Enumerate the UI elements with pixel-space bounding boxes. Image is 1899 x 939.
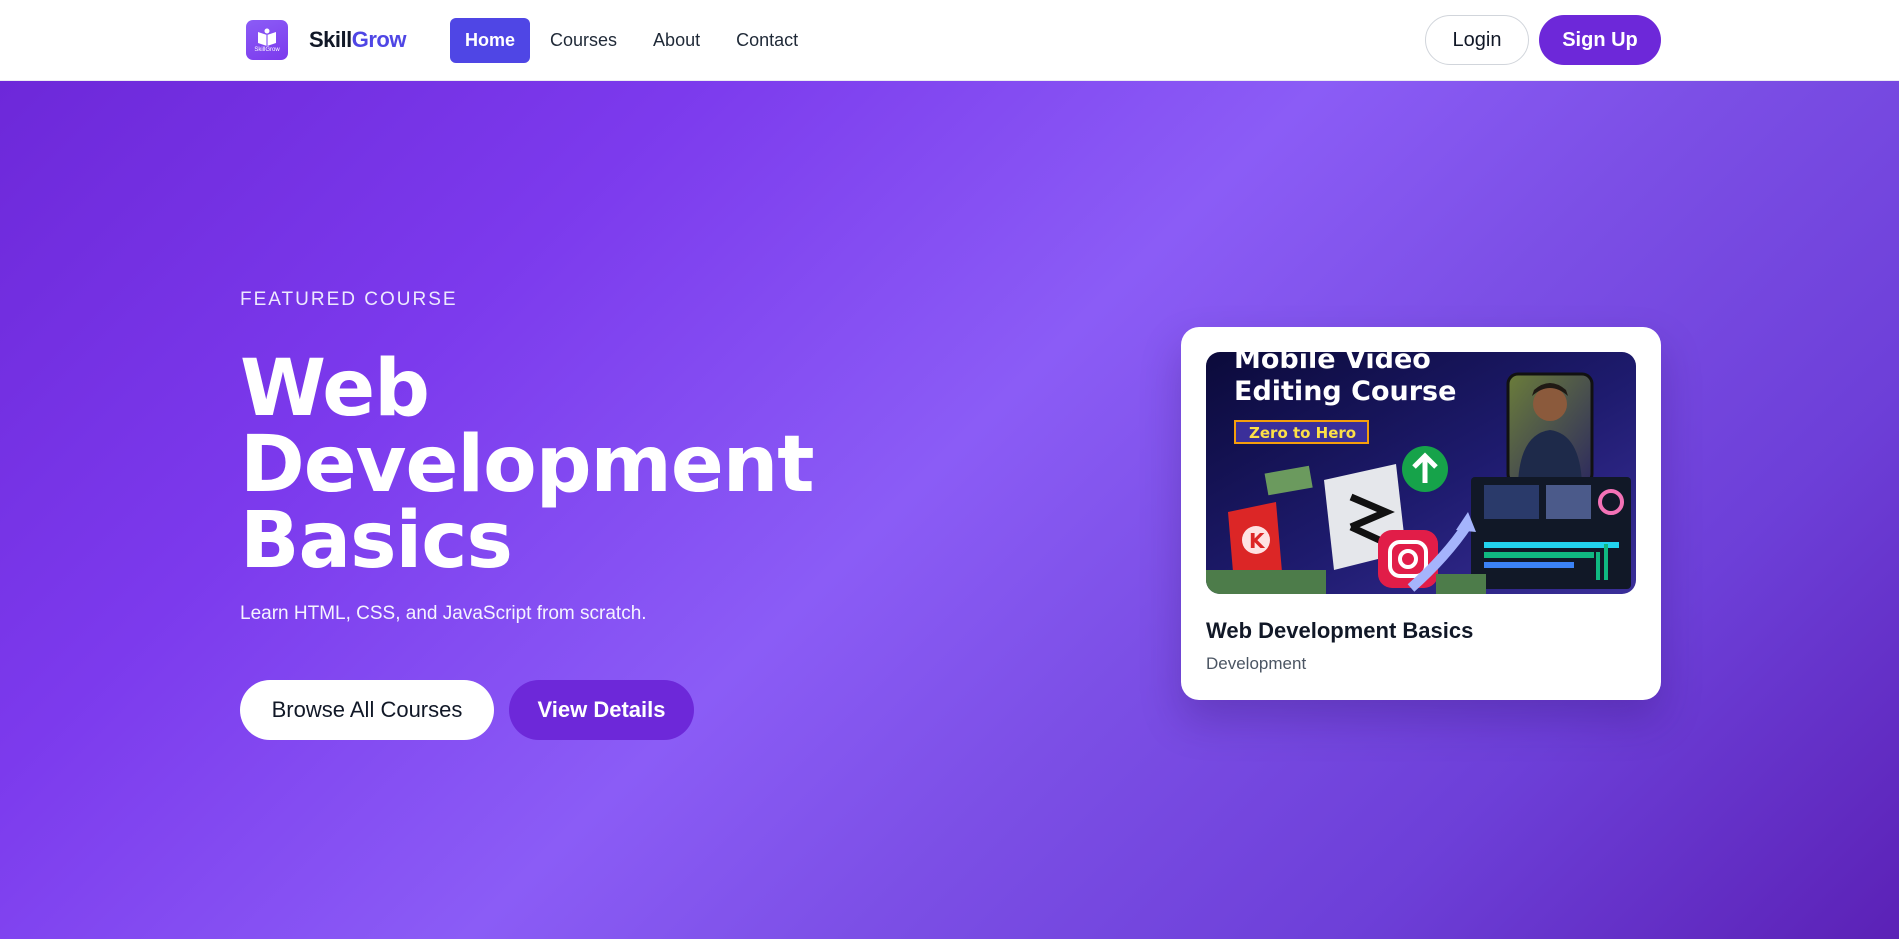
signup-button[interactable]: Sign Up bbox=[1539, 15, 1661, 65]
thumbnail-headline-line1: Mobile Video bbox=[1234, 352, 1431, 375]
hero-subtitle: Learn HTML, CSS, and JavaScript from scr… bbox=[240, 603, 647, 624]
auth-actions: Login Sign Up bbox=[1425, 15, 1661, 65]
hero-section: FEATURED COURSE Web Development Basics L… bbox=[0, 81, 1899, 939]
nav-link-courses[interactable]: Courses bbox=[538, 18, 629, 63]
top-navbar: SkillGrow SkillGrow Home Courses About C… bbox=[0, 0, 1899, 81]
thumbnail-headline-line2: Editing Course bbox=[1234, 376, 1456, 407]
view-details-button[interactable]: View Details bbox=[509, 680, 694, 740]
hero-actions: Browse All Courses View Details bbox=[240, 680, 694, 740]
featured-course-card[interactable]: Mobile Video Editing Course Zero to Hero bbox=[1181, 327, 1661, 700]
svg-text:K: K bbox=[1249, 529, 1266, 553]
course-card-title[interactable]: Web Development Basics bbox=[1206, 618, 1473, 644]
brand-logo: SkillGrow bbox=[246, 20, 288, 60]
nav-link-home[interactable]: Home bbox=[450, 18, 531, 63]
main-nav: Home Courses About Contact bbox=[450, 18, 822, 63]
hero-title: Web Development Basics bbox=[240, 350, 880, 580]
course-thumbnail-image: Mobile Video Editing Course Zero to Hero bbox=[1206, 352, 1636, 594]
brand-name-part1: Skill bbox=[309, 27, 352, 52]
book-icon bbox=[258, 28, 276, 46]
course-card-category: Development bbox=[1206, 654, 1307, 673]
course-thumbnail[interactable]: Mobile Video Editing Course Zero to Hero bbox=[1206, 352, 1636, 594]
nav-link-contact[interactable]: Contact bbox=[724, 18, 810, 63]
hero-title-line3: Basics bbox=[240, 496, 513, 586]
login-button[interactable]: Login bbox=[1425, 15, 1529, 65]
logo-caption: SkillGrow bbox=[254, 46, 280, 53]
hero-eyebrow: FEATURED COURSE bbox=[240, 289, 458, 310]
nav-link-about[interactable]: About bbox=[641, 18, 712, 63]
browse-courses-button[interactable]: Browse All Courses bbox=[240, 680, 494, 740]
brand[interactable]: SkillGrow SkillGrow bbox=[246, 20, 406, 60]
thumbnail-badge: Zero to Hero bbox=[1249, 424, 1356, 442]
brand-name-part2: Grow bbox=[351, 27, 407, 52]
brand-name: SkillGrow bbox=[309, 27, 406, 53]
